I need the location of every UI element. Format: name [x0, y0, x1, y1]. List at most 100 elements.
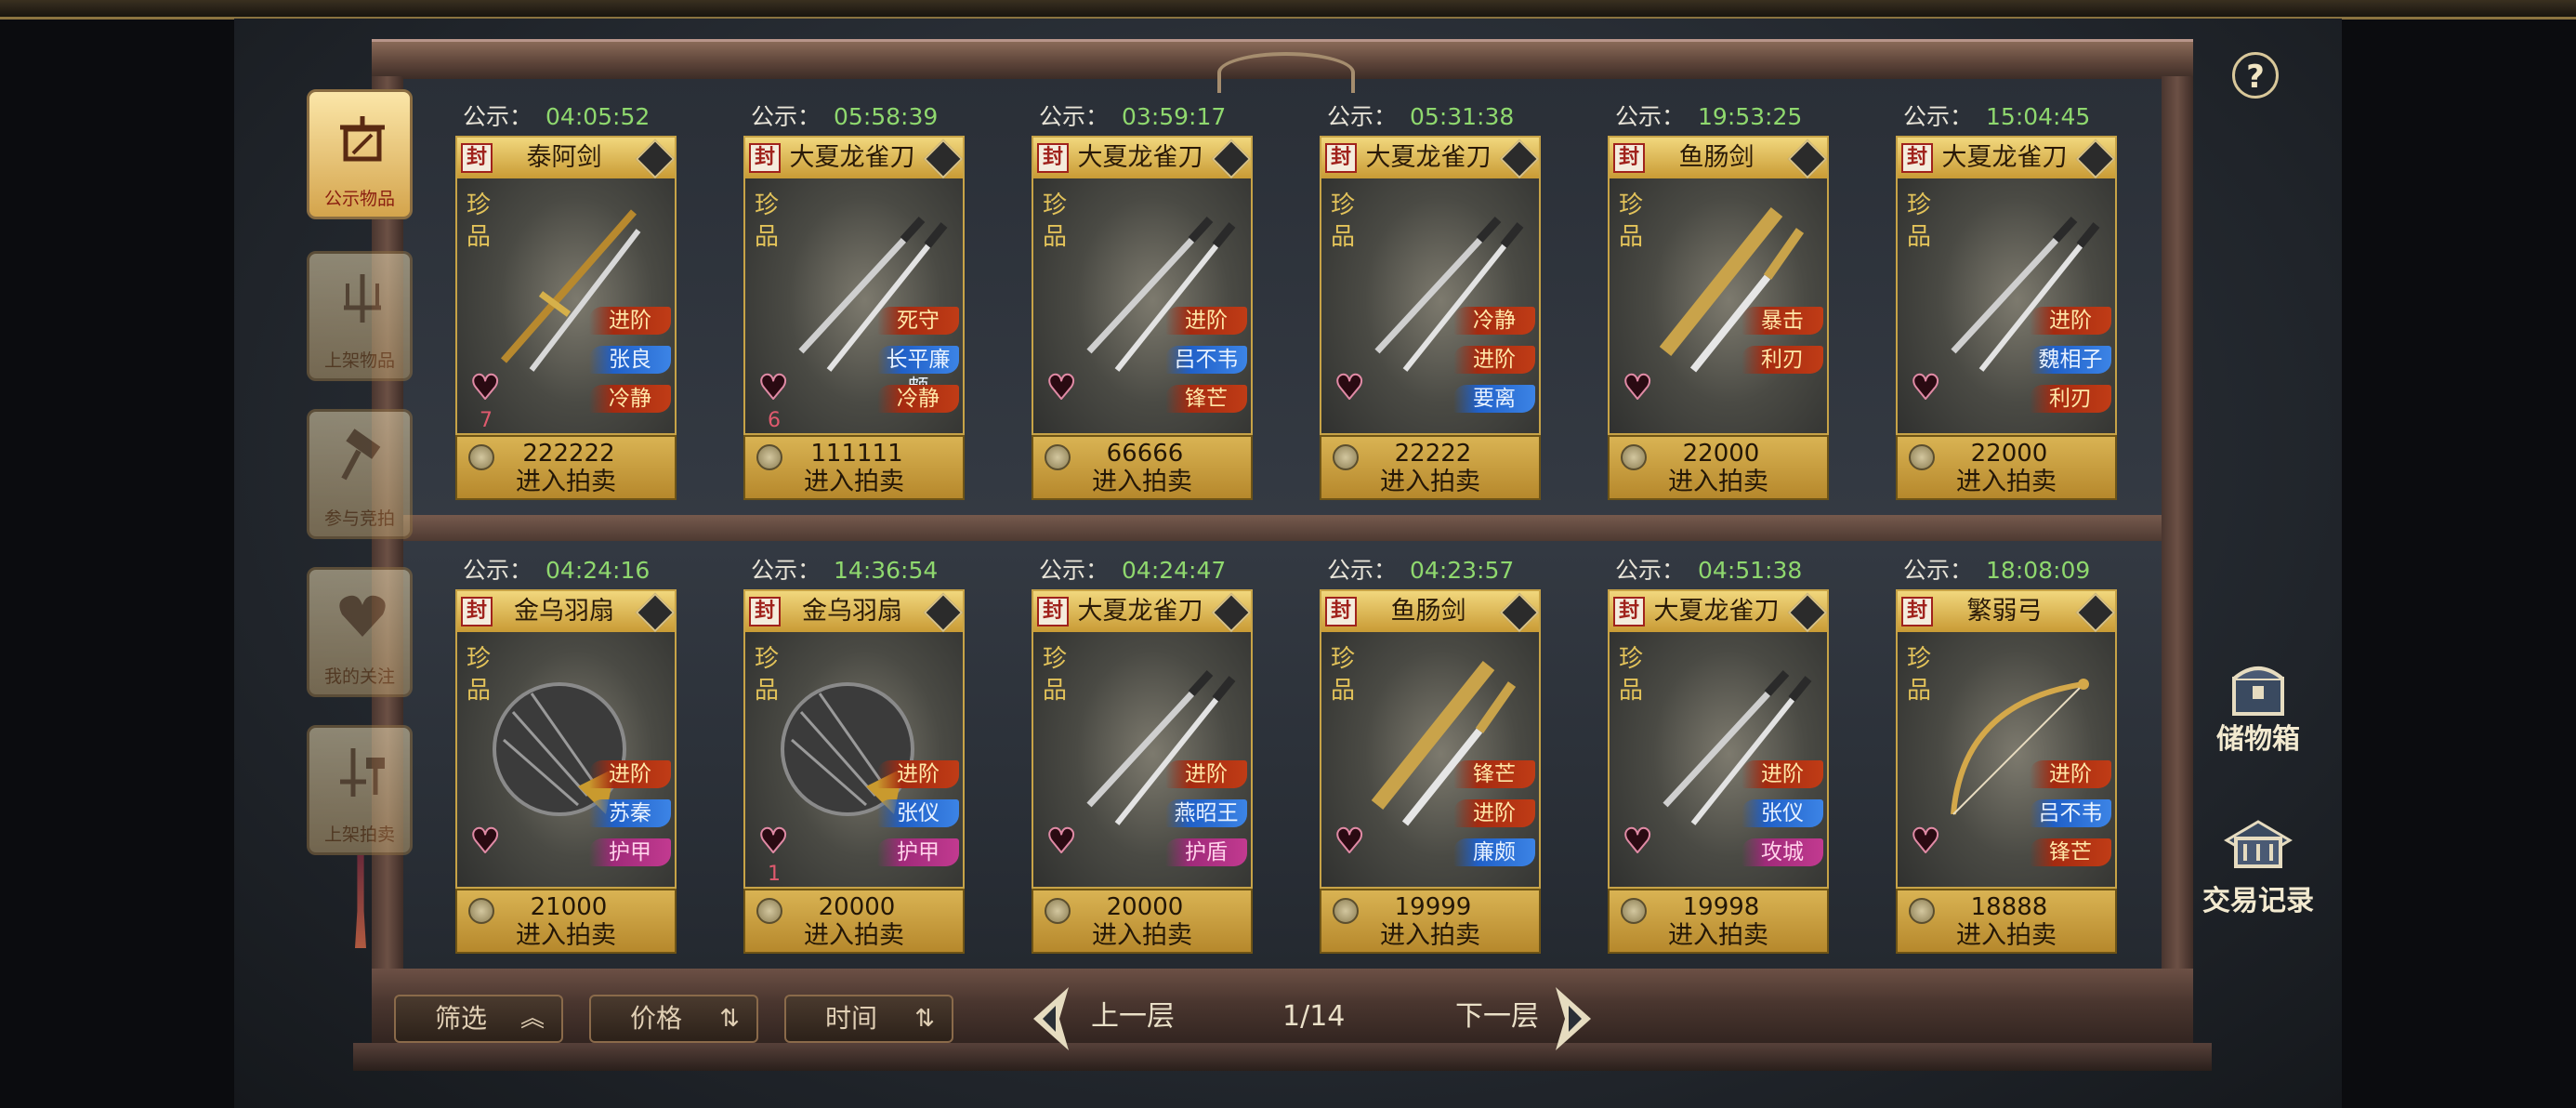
prev-page-arrow-icon[interactable]	[1028, 983, 1072, 1054]
item-tag: 暴击	[1741, 307, 1823, 335]
side-tab[interactable]: 上架拍卖	[307, 725, 413, 855]
item-tag: 进阶	[1165, 760, 1247, 788]
heart-icon[interactable]: ♥	[1622, 371, 1660, 406]
rarity-diamond-icon	[1787, 592, 1828, 633]
seal-badge: 封	[1901, 597, 1933, 627]
notice-timer: 公示： 19:53:25	[1615, 99, 1838, 136]
item-price: 22000	[1970, 440, 2048, 468]
item-tile[interactable]: 封 大夏龙雀刀 珍品 进阶 吕不韦 锋芒 ♥	[1032, 136, 1253, 435]
item-tag: 进阶	[589, 307, 671, 335]
storage-chest-button[interactable]: 储物箱	[2193, 656, 2323, 758]
item-name-bar: 封 繁弱弓	[1898, 591, 2116, 633]
like-count: 6	[768, 409, 781, 432]
item-name: 大夏龙雀刀	[789, 143, 915, 172]
next-page-button[interactable]: 下一层	[1455, 995, 1539, 1039]
item-tag: 吕不韦	[1165, 346, 1247, 374]
item-tile[interactable]: 封 大夏龙雀刀 珍品 进阶 燕昭王 护盾 ♥	[1032, 589, 1253, 889]
trade-record-button[interactable]: 交易记录	[2193, 818, 2323, 920]
enter-auction-button[interactable]: 66666 进入拍卖	[1032, 435, 1253, 500]
countdown: 04:24:16	[545, 557, 651, 584]
countdown: 05:58:39	[834, 103, 939, 130]
help-button[interactable]: ?	[2232, 52, 2279, 99]
filter-button[interactable]: 筛选 ︽	[394, 995, 563, 1043]
cabinet-middle-shelf	[403, 515, 2162, 541]
item-name: 金乌羽扇	[802, 597, 902, 626]
enter-auction-button[interactable]: 222222 进入拍卖	[455, 435, 677, 500]
enter-auction-label: 进入拍卖	[1668, 921, 1768, 950]
item-name-bar: 封 鱼肠剑	[1321, 591, 1540, 633]
notice-timer: 公示： 04:24:16	[463, 552, 686, 589]
enter-auction-button[interactable]: 19999 进入拍卖	[1320, 889, 1541, 954]
item-tile[interactable]: 封 大夏龙雀刀 珍品 进阶 张仪 攻城 ♥	[1608, 589, 1829, 889]
cabinet-base	[353, 1043, 2212, 1071]
heart-icon[interactable]: ♥	[1910, 371, 1948, 406]
item-tile[interactable]: 封 大夏龙雀刀 珍品 冷静 进阶 要离 ♥	[1320, 136, 1541, 435]
heart-icon[interactable]: ♥	[469, 824, 507, 860]
heart-icon[interactable]: ♥	[1334, 371, 1372, 406]
storage-chest-label: 储物箱	[2216, 723, 2300, 756]
item-tile[interactable]: 封 大夏龙雀刀 珍品 死守长平廉颇冷静 ♥ 6	[743, 136, 965, 435]
item-tag: 冷静	[1453, 307, 1535, 335]
rarity-diamond-icon	[635, 592, 676, 633]
side-tab[interactable]: 上架物品	[307, 251, 413, 381]
enter-auction-button[interactable]: 22222 进入拍卖	[1320, 435, 1541, 500]
item-tile[interactable]: 封 鱼肠剑 珍品 锋芒 进阶 廉颇 ♥	[1320, 589, 1541, 889]
rarity-diamond-icon	[2075, 592, 2116, 633]
item-price: 22222	[1394, 440, 1472, 468]
enter-auction-button[interactable]: 19998 进入拍卖	[1608, 889, 1829, 954]
item-tile[interactable]: 封 金乌羽扇 珍品 进阶 苏秦 护甲 ♥	[455, 589, 677, 889]
item-tag: 魏相子	[2030, 346, 2111, 374]
heart-icon[interactable]: ♥	[757, 824, 795, 860]
heart-icon[interactable]: ♥	[469, 371, 507, 406]
sort-price-button[interactable]: 价格 ⇅	[589, 995, 758, 1043]
item-tile[interactable]: 封 泰阿剑 珍品 进阶 张良 冷静 ♥ 7	[455, 136, 677, 435]
item-price: 21000	[530, 893, 608, 921]
heart-icon[interactable]: ♥	[1910, 824, 1948, 860]
notice-label: 公示：	[1039, 557, 1110, 584]
prev-page-button[interactable]: 上一层	[1091, 995, 1175, 1039]
notice-label: 公示：	[1327, 103, 1398, 130]
heart-icon[interactable]: ♥	[1045, 371, 1084, 406]
heart-icon	[339, 595, 386, 637]
enter-auction-button[interactable]: 22000 进入拍卖	[1896, 435, 2117, 500]
heart-icon[interactable]: ♥	[1045, 824, 1084, 860]
cabinet-right-post	[2162, 76, 2193, 1034]
enter-auction-button[interactable]: 22000 进入拍卖	[1608, 435, 1829, 500]
item-price: 19999	[1394, 893, 1472, 921]
page-indicator: 1/14	[1282, 1000, 1346, 1033]
enter-auction-button[interactable]: 20000 进入拍卖	[743, 889, 965, 954]
sort-time-button[interactable]: 时间 ⇅	[784, 995, 953, 1043]
notice-label: 公示：	[1615, 103, 1686, 130]
enter-auction-label: 进入拍卖	[516, 468, 616, 496]
enter-auction-button[interactable]: 20000 进入拍卖	[1032, 889, 1253, 954]
heart-icon[interactable]: ♥	[1334, 824, 1372, 860]
item-name: 泰阿剑	[526, 143, 602, 172]
side-tab[interactable]: 公示物品	[307, 89, 413, 219]
countdown: 04:23:57	[1410, 557, 1515, 584]
item-tile[interactable]: 封 金乌羽扇 珍品 进阶 张仪 护甲 ♥ 1	[743, 589, 965, 889]
item-tag: 进阶	[2030, 760, 2111, 788]
item-tag: 死守	[877, 307, 959, 335]
rarity-diamond-icon	[1499, 592, 1540, 633]
item-name-bar: 封 金乌羽扇	[457, 591, 676, 633]
side-tab[interactable]: 我的关注	[307, 567, 413, 697]
item-tile[interactable]: 封 繁弱弓 珍品 进阶 吕不韦 锋芒 ♥	[1896, 589, 2117, 889]
item-name: 大夏龙雀刀	[1365, 143, 1492, 172]
enter-auction-button[interactable]: 18888 进入拍卖	[1896, 889, 2117, 954]
enter-auction-label: 进入拍卖	[1092, 468, 1192, 496]
item-tag: 进阶	[1741, 760, 1823, 788]
cabinet-left-post	[372, 76, 403, 1034]
enter-auction-button[interactable]: 21000 进入拍卖	[455, 889, 677, 954]
next-page-arrow-icon[interactable]	[1552, 983, 1597, 1054]
item-name-bar: 封 泰阿剑	[457, 138, 676, 179]
rarity-diamond-icon	[2075, 138, 2116, 179]
heart-icon[interactable]: ♥	[757, 371, 795, 406]
weapon-rack-icon	[344, 274, 381, 323]
item-tile[interactable]: 封 大夏龙雀刀 珍品 进阶 魏相子 利刃 ♥	[1896, 136, 2117, 435]
enter-auction-button[interactable]: 111111 进入拍卖	[743, 435, 965, 500]
heart-icon[interactable]: ♥	[1622, 824, 1660, 860]
side-tab[interactable]: 参与竞拍	[307, 409, 413, 539]
item-tile[interactable]: 封 鱼肠剑 珍品 暴击 利刃 ♥	[1608, 136, 1829, 435]
item-tag: 进阶	[1453, 799, 1535, 827]
notice-timer: 公示： 04:24:47	[1039, 552, 1262, 589]
